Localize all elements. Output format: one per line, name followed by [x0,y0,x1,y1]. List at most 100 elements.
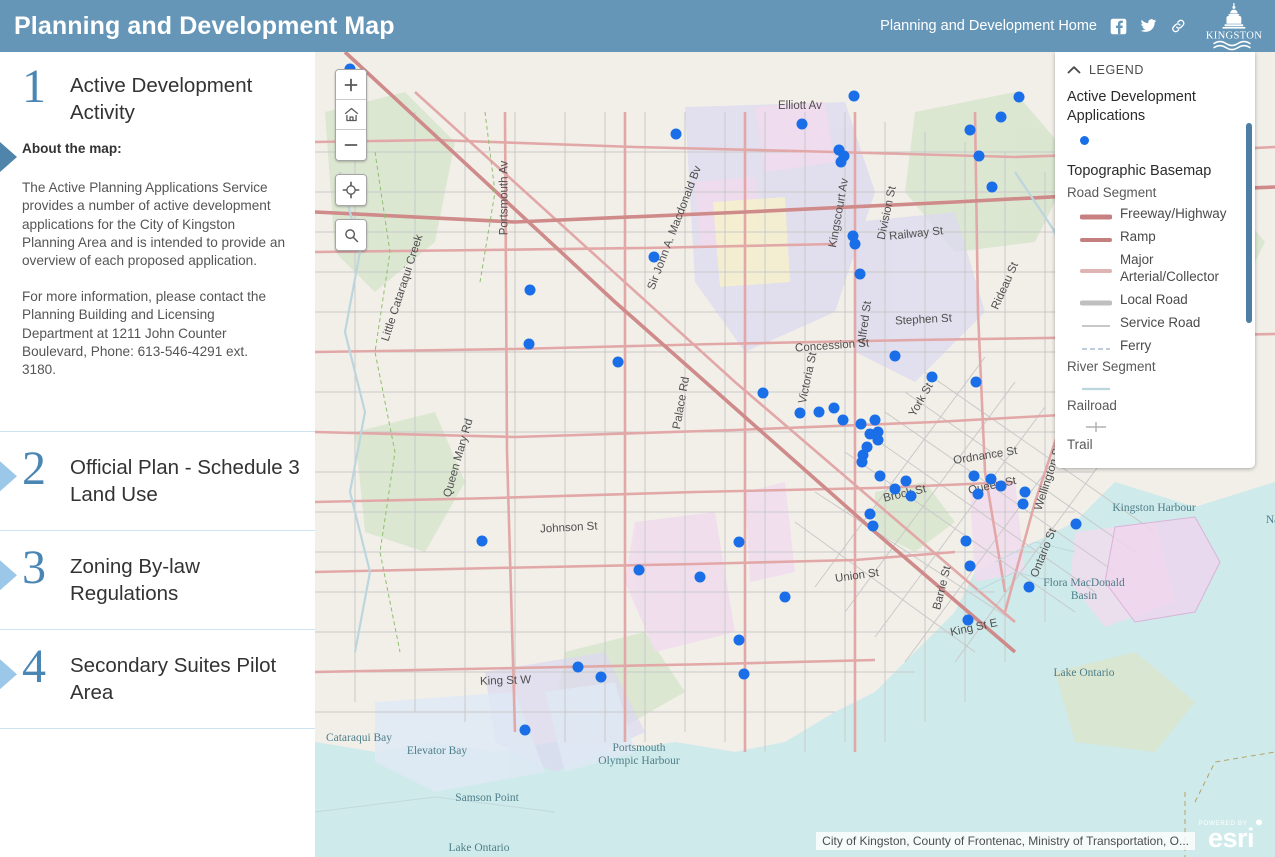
application-marker[interactable] [733,634,745,646]
page-title: Planning and Development Map [14,11,395,40]
application-marker[interactable] [612,356,624,368]
zoom-out-button[interactable] [336,130,366,160]
application-marker[interactable] [995,111,1007,123]
application-marker[interactable] [874,470,886,482]
application-marker[interactable] [869,414,881,426]
application-marker[interactable] [900,475,912,487]
application-marker[interactable] [854,268,866,280]
river-swatch-icon [1080,381,1112,391]
application-marker[interactable] [524,284,536,296]
application-marker[interactable] [519,724,531,736]
sidebar-panel-active-development-activity[interactable]: 1 Active Development Activity About the … [0,52,315,433]
map-viewport[interactable]: Portsmouth Av Sir John A. Macdonald Bv Ell… [315,52,1275,857]
application-marker[interactable] [970,376,982,388]
application-marker[interactable] [794,407,806,419]
legend-title: LEGEND [1089,63,1145,77]
planning-development-home-link[interactable]: Planning and Development Home [880,18,1097,34]
application-marker[interactable] [523,338,535,350]
panel-header-3[interactable]: 3 Zoning By-law Regulations [0,531,315,629]
application-marker[interactable] [872,426,884,438]
application-marker[interactable] [864,508,876,520]
application-marker[interactable] [968,470,980,482]
search-control-group[interactable] [335,219,367,251]
application-marker[interactable] [633,564,645,576]
twitter-icon[interactable] [1140,18,1157,35]
application-marker[interactable] [889,483,901,495]
local-road-swatch-icon [1079,295,1113,305]
home-button[interactable] [336,100,366,130]
map-controls[interactable] [335,69,367,264]
application-marker[interactable] [694,571,706,583]
panel-header-4[interactable]: 4 Secondary Suites Pilot Area [0,630,315,728]
application-marker[interactable] [648,251,660,263]
application-marker[interactable] [855,418,867,430]
search-button[interactable] [336,220,366,250]
application-marker[interactable] [1013,91,1025,103]
legend-item-ferry: Ferry [1067,334,1243,357]
zoom-controls-group[interactable] [335,69,367,161]
application-marker[interactable] [670,128,682,140]
panel-title-2: Official Plan - Schedule 3 Land Use [70,456,300,507]
panel-number-2: 2 [22,442,46,496]
application-marker[interactable] [964,560,976,572]
application-marker[interactable] [964,124,976,136]
application-marker[interactable] [757,387,769,399]
application-marker[interactable] [837,414,849,426]
application-marker[interactable] [962,614,974,626]
application-marker[interactable] [926,371,938,383]
panel-title-1: Active Development Activity [70,74,253,124]
freeway-highway-label: Freeway/Highway [1120,206,1227,221]
application-marker[interactable] [995,480,1007,492]
legend-header[interactable]: LEGEND [1055,52,1255,83]
application-marker[interactable] [856,456,868,468]
application-marker[interactable] [960,535,972,547]
panel-header-2[interactable]: 2 Official Plan - Schedule 3 Land Use [0,432,315,530]
zoom-in-button[interactable] [336,70,366,100]
application-marker[interactable] [595,671,607,683]
facebook-icon[interactable] [1110,18,1127,35]
application-marker[interactable] [986,181,998,193]
legend-scrollbar[interactable] [1246,123,1252,323]
link-icon[interactable] [1170,18,1187,35]
chevron-up-icon [1067,66,1081,74]
application-marker[interactable] [813,406,825,418]
application-marker[interactable] [848,90,860,102]
application-marker[interactable] [835,156,847,168]
legend-body: Active Development Applications Topograp… [1055,83,1255,468]
application-marker[interactable] [847,230,859,242]
panel-header-1[interactable]: 1 Active Development Activity [0,52,315,140]
legend-item-local-road: Local Road [1067,288,1243,311]
locate-button[interactable] [336,175,366,205]
local-road-label: Local Road [1120,292,1188,307]
kingston-logo[interactable]: KINGSTON [1203,1,1265,51]
legend-subgroup-road-segment: Road Segment [1067,185,1157,200]
application-marker[interactable] [867,520,879,532]
legend-item-major-arterial-collector: Major Arterial/Collector [1067,248,1243,288]
application-marker[interactable] [796,118,808,130]
railroad-swatch-icon [1080,420,1112,432]
ramp-label: Ramp [1120,229,1156,244]
legend-group-title-0: Active Development Applications [1067,89,1196,124]
sidebar-panel-zoning-bylaw[interactable]: 3 Zoning By-law Regulations [0,531,315,631]
locate-control-group[interactable] [335,174,367,206]
application-marker[interactable] [828,402,840,414]
application-marker[interactable] [733,536,745,548]
sidebar-panel-secondary-suites[interactable]: 4 Secondary Suites Pilot Area [0,630,315,730]
panel-number-1: 1 [22,60,46,113]
application-marker[interactable] [738,668,750,680]
application-marker[interactable] [889,350,901,362]
application-marker[interactable] [1023,581,1035,593]
application-marker[interactable] [572,661,584,673]
application-marker[interactable] [985,473,997,485]
application-marker[interactable] [905,490,917,502]
sidebar-panel-official-plan[interactable]: 2 Official Plan - Schedule 3 Land Use [0,432,315,532]
legend-panel[interactable]: LEGEND Active Development Applications T… [1055,52,1255,468]
application-marker[interactable] [779,591,791,603]
application-marker[interactable] [972,488,984,500]
legend-item-river [1067,376,1243,396]
application-marker[interactable] [1019,486,1031,498]
application-marker[interactable] [1017,498,1029,510]
application-marker[interactable] [476,535,488,547]
application-marker[interactable] [973,150,985,162]
application-marker[interactable] [1070,518,1082,530]
